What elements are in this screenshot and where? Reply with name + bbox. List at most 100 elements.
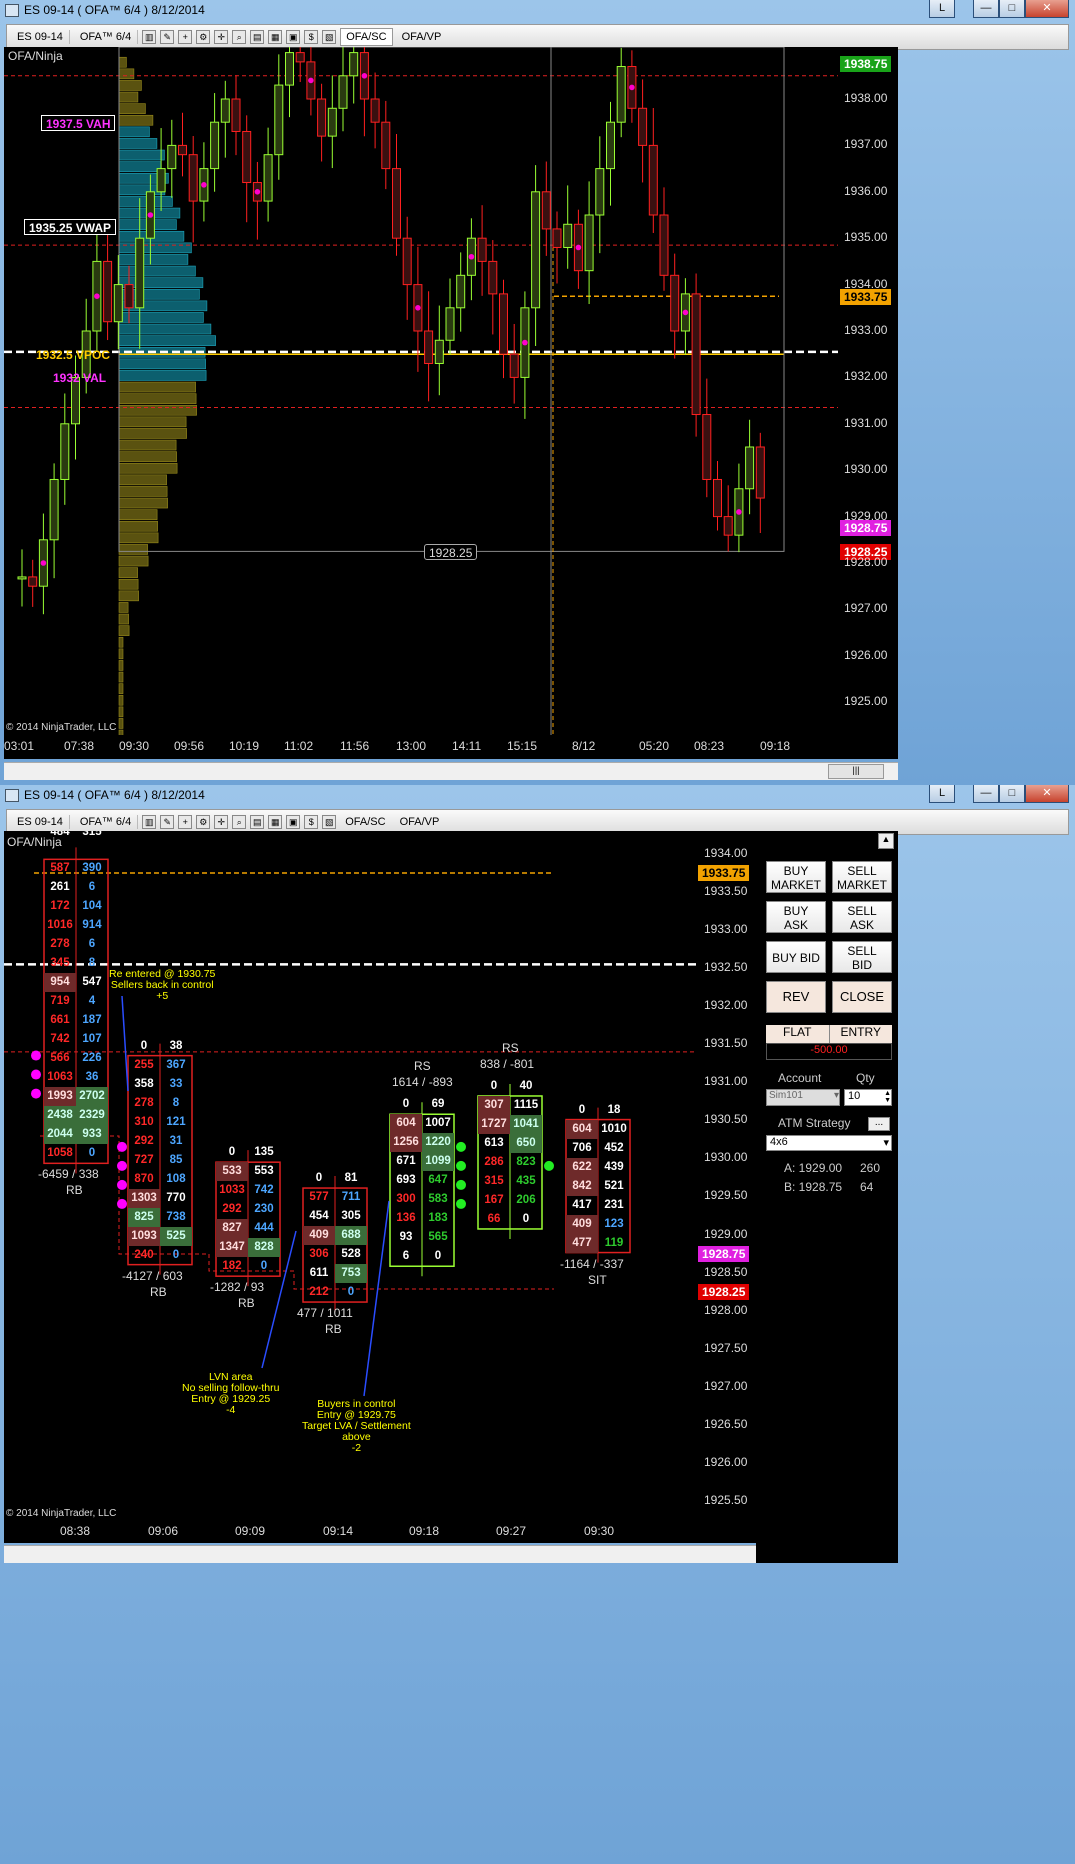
draw-tool-icon[interactable]: ✎ — [160, 815, 175, 829]
sell-volume-cell: 0 — [228, 1146, 236, 1159]
sell-volume-cell: 1093 — [128, 1226, 160, 1246]
candle-body — [488, 260, 498, 295]
candle-body — [531, 191, 541, 309]
top-time-axis[interactable]: 03:01 07:38 09:30 09:56 10:19 11:02 11:56 13:00… — [4, 735, 898, 759]
dollar-icon[interactable]: $ — [304, 30, 319, 44]
vah-label: 1937.5 VAH — [41, 115, 116, 131]
scroll-thumb[interactable]: ||| — [828, 764, 884, 779]
bar-type-icon[interactable]: ▥ — [142, 30, 157, 44]
sell-ask-button[interactable]: SELL ASK — [832, 901, 892, 933]
minimize-button-bottom[interactable]: — — [973, 785, 999, 803]
signal-dot — [117, 1160, 127, 1171]
indicator-icon[interactable]: + — [178, 30, 193, 44]
buy-ask-button[interactable]: BUY ASK — [766, 901, 826, 933]
sell-bid-button[interactable]: SELL BID — [832, 941, 892, 973]
top-price-axis[interactable]: 1938.75 1933.75 1928.75 1928.25 1938.00 1… — [838, 47, 898, 735]
bottom-time-axis[interactable]: 08:38 09:06 09:09 09:14 09:18 09:27 09:30 — [4, 1521, 756, 1543]
buy-bid-button[interactable]: BUY BID — [766, 941, 826, 973]
sell-volume-cell: 742 — [50, 1033, 70, 1046]
scroll-up-icon[interactable]: ▲ — [878, 833, 894, 849]
buy-volume-cell: 528 — [341, 1248, 361, 1261]
strategy-icon[interactable]: ⚙ — [196, 30, 211, 44]
maximize-button-bottom[interactable]: □ — [999, 785, 1025, 803]
y-tick-label: 1930.00 — [844, 462, 888, 477]
tab-ofa-sc[interactable]: OFA/SC — [340, 28, 393, 46]
x-tick-label: 09:18 — [409, 1524, 440, 1538]
atm-ellipsis-button[interactable]: ... — [868, 1117, 890, 1131]
sell-volume-cell: 484 — [50, 831, 70, 838]
signal-dot — [31, 1088, 41, 1099]
link-button[interactable]: L — [929, 0, 955, 18]
tab-ofa-sc-bottom[interactable]: OFA/SC — [340, 814, 390, 830]
volume-profile-bar — [118, 404, 197, 416]
template-dropdown[interactable]: OFA™ 6/4 — [74, 30, 139, 44]
indicator-icon[interactable]: + — [178, 815, 193, 829]
draw-tool-icon[interactable]: ✎ — [160, 30, 175, 44]
bottom-price-axis[interactable]: 1933.75 1928.75 1928.25 1934.00 1933.50 19… — [696, 831, 756, 1521]
dollar-icon[interactable]: $ — [304, 815, 319, 829]
sell-market-button[interactable]: SELL MARKET — [832, 861, 892, 893]
instrument-dropdown[interactable]: ES 09-14 — [11, 30, 70, 44]
sell-volume-cell: 300 — [396, 1193, 416, 1206]
y-tick-label: 1935.00 — [844, 230, 888, 245]
volume-profile-bar — [118, 509, 158, 520]
volume-profile-bar — [118, 196, 173, 207]
y-tick-label: 1925.50 — [704, 1492, 748, 1507]
reverse-button[interactable]: REV — [766, 981, 826, 1013]
instrument-dropdown-bottom[interactable]: ES 09-14 — [11, 815, 70, 829]
zoom-icon[interactable]: ⌕ — [232, 30, 247, 44]
tab-ofa-vp[interactable]: OFA/VP — [397, 29, 447, 45]
account-select[interactable]: Sim101 ▾ — [766, 1089, 840, 1106]
buy-volume-cell: 231 — [604, 1198, 624, 1211]
volume-profile-bar — [118, 613, 129, 625]
properties-icon[interactable]: ▦ — [268, 815, 283, 829]
candle-body — [113, 284, 123, 323]
data-box-icon[interactable]: ▧ — [322, 815, 337, 829]
y-tick-label: 1930.50 — [704, 1112, 748, 1127]
strategy-icon[interactable]: ⚙ — [196, 815, 211, 829]
crosshair-icon[interactable]: ✛ — [214, 815, 229, 829]
candle-body — [509, 353, 519, 378]
bottom-scrollbar[interactable] — [4, 1545, 756, 1563]
buy-market-button[interactable]: BUY MARKET — [766, 861, 826, 893]
bar-type-icon[interactable]: ▥ — [142, 815, 157, 829]
volume-profile-bar — [118, 718, 124, 729]
volume-profile-bar — [118, 416, 187, 428]
template-dropdown-bottom[interactable]: OFA™ 6/4 — [74, 815, 139, 829]
link-button-bottom[interactable]: L — [929, 785, 955, 803]
buy-volume-cell: 565 — [428, 1231, 448, 1244]
close-position-button[interactable]: CLOSE — [832, 981, 892, 1013]
minimize-button[interactable]: — — [973, 0, 999, 18]
chart-trader-icon[interactable]: ▤ — [250, 815, 265, 829]
candle-body — [745, 446, 755, 490]
top-price-panel[interactable]: OFA/Ninja © 2014 NinjaTrader, LLC 1937.5… — [4, 47, 838, 735]
close-button-bottom[interactable]: ✕ — [1025, 785, 1069, 803]
spinner-icon[interactable]: ▲ ▼ — [884, 1090, 891, 1104]
y-tick-label: 1929.00 — [844, 508, 888, 523]
top-scrollbar[interactable]: ||| — [4, 762, 898, 780]
title-bar[interactable]: ES 09-14 ( OFA™ 6/4 ) 8/12/2014 L — □ ✕ — [0, 0, 1075, 22]
atm-select[interactable]: 4x6 ▾ — [766, 1135, 892, 1151]
snapshot-icon[interactable]: ▣ — [286, 815, 301, 829]
candle-body — [28, 576, 38, 587]
close-button[interactable]: ✕ — [1025, 0, 1069, 18]
tab-ofa-vp-bottom[interactable]: OFA/VP — [395, 814, 445, 830]
y-tick-label: 1933.50 — [704, 884, 748, 899]
buy-volume-cell: 104 — [82, 900, 102, 913]
snapshot-icon[interactable]: ▣ — [286, 30, 301, 44]
sell-volume-cell: 66 — [487, 1212, 501, 1225]
chart-trader-icon[interactable]: ▤ — [250, 30, 265, 44]
properties-icon[interactable]: ▦ — [268, 30, 283, 44]
sell-volume-cell: 1033 — [219, 1184, 245, 1197]
title-bar-bottom[interactable]: ES 09-14 ( OFA™ 6/4 ) 8/12/2014 L — □ ✕ — [0, 785, 1075, 807]
data-box-icon[interactable]: ▧ — [322, 30, 337, 44]
crosshair-icon[interactable]: ✛ — [214, 30, 229, 44]
candle-body — [552, 228, 562, 248]
bar-delta: 477 / 1011 — [297, 1306, 353, 1321]
orderflow-panel[interactable]: OFA/Ninja © 2014 NinjaTrader, LLC 484 315… — [4, 831, 696, 1521]
buy-volume-cell: 0 — [172, 1248, 180, 1261]
maximize-button[interactable]: □ — [999, 0, 1025, 18]
qty-input[interactable]: 10 ▲ ▼ — [844, 1089, 892, 1106]
vpoc-label: 1932.5 VPOC — [36, 348, 111, 362]
zoom-icon[interactable]: ⌕ — [232, 815, 247, 829]
